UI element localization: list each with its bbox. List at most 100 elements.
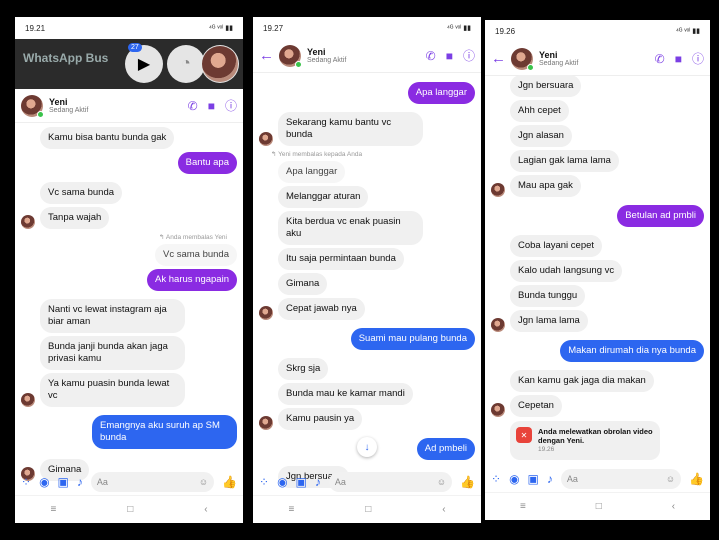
- message-bubble[interactable]: Coba layani cepet: [510, 235, 603, 257]
- message-bubble[interactable]: Lagian gak lama lama: [510, 150, 619, 172]
- gallery-icon[interactable]: ▣: [58, 475, 69, 489]
- message-bubble[interactable]: Tanpa wajah: [40, 207, 110, 229]
- menu-dots-icon[interactable]: ⁘: [21, 475, 31, 489]
- message-bubble[interactable]: Sekarang kamu bantu vc bunda: [278, 112, 423, 146]
- message-row: Melanggar aturan: [259, 186, 475, 208]
- contact-avatar[interactable]: [511, 47, 534, 71]
- info-icon[interactable]: ⓘ: [225, 97, 237, 114]
- back-arrow-icon[interactable]: ←: [491, 50, 511, 67]
- message-bubble[interactable]: Nanti vc lewat instagram aja biar aman: [40, 299, 185, 333]
- message-bubble[interactable]: Kamu pausin ya: [278, 408, 363, 430]
- home-icon[interactable]: □: [596, 501, 602, 512]
- recents-icon[interactable]: ≡: [288, 504, 294, 515]
- message-bubble[interactable]: Kamu bisa bantu bunda gak: [40, 127, 175, 149]
- recents-icon[interactable]: ≡: [50, 504, 56, 515]
- message-row: Bunda tunggu: [491, 285, 704, 307]
- emoji-icon[interactable]: ☺: [666, 474, 675, 484]
- message-row: Bunda mau ke kamar mandi: [259, 383, 475, 405]
- reply-note: ↰ Anda membalas Yeni: [159, 234, 227, 241]
- video-call-icon[interactable]: ■: [208, 99, 215, 113]
- camera-icon[interactable]: ◉: [39, 475, 49, 489]
- camera-icon[interactable]: ◉: [277, 475, 287, 489]
- video-call-icon[interactable]: ■: [675, 52, 682, 66]
- message-bubble[interactable]: Bunda janji bunda akan jaga privasi kamu: [40, 336, 185, 370]
- message-row: Mau apa gak: [491, 175, 704, 197]
- recents-icon[interactable]: ≡: [520, 501, 526, 512]
- like-icon[interactable]: 👍: [460, 475, 475, 489]
- message-bubble[interactable]: Vc sama bunda: [40, 182, 123, 204]
- message-bubble[interactable]: Bunda tunggu: [510, 285, 586, 307]
- gallery-icon[interactable]: ▣: [296, 475, 307, 489]
- message-bubble[interactable]: Makan dirumah dia nya bunda: [560, 340, 704, 362]
- message-bubble[interactable]: Bantu apa: [177, 152, 237, 174]
- messenger-chathead-icon[interactable]: ◔: [167, 45, 205, 83]
- contact-chathead-avatar[interactable]: [201, 45, 239, 83]
- message-bubble[interactable]: Bunda mau ke kamar mandi: [278, 383, 413, 405]
- message-bubble[interactable]: Ya kamu puasin bunda lewat vc: [40, 373, 185, 407]
- mic-icon[interactable]: ♪: [315, 475, 321, 489]
- quoted-bubble[interactable]: Vc sama bunda: [154, 244, 237, 266]
- emoji-icon[interactable]: ☺: [199, 477, 208, 487]
- message-bubble[interactable]: Jgn bersuara: [510, 75, 582, 97]
- like-icon[interactable]: 👍: [689, 472, 704, 486]
- message-input[interactable]: Aa ☺: [328, 472, 453, 492]
- message-bubble[interactable]: Ahh cepet: [510, 100, 569, 122]
- message-bubble[interactable]: Gimana: [278, 273, 328, 295]
- message-bubble[interactable]: Jgn lama lama: [510, 310, 588, 332]
- message-bubble[interactable]: Suami mau pulang bunda: [350, 328, 475, 350]
- message-bubble[interactable]: Jgn alasan: [510, 125, 572, 147]
- back-arrow-icon[interactable]: ←: [259, 47, 279, 64]
- back-icon[interactable]: ‹: [672, 501, 675, 512]
- menu-dots-icon[interactable]: ⁘: [259, 475, 269, 489]
- message-input[interactable]: Aa ☺: [90, 472, 215, 492]
- info-icon[interactable]: ⓘ: [692, 50, 704, 67]
- sender-avatar: [491, 318, 505, 332]
- back-icon[interactable]: ‹: [204, 504, 207, 515]
- message-bubble[interactable]: Kalo udah langsung vc: [510, 260, 623, 282]
- message-row: Bunda janji bunda akan jaga privasi kamu: [21, 336, 237, 370]
- message-bubble[interactable]: Emangnya aku suruh ap SM bunda: [92, 415, 237, 449]
- scroll-down-icon[interactable]: ↓: [357, 437, 377, 457]
- message-bubble[interactable]: Kan kamu gak jaga dia makan: [510, 370, 654, 392]
- status-icons: ⁴ᴳ ᵛᵒˡ ▮▮: [675, 28, 700, 35]
- sender-avatar: [259, 306, 273, 320]
- like-icon[interactable]: 👍: [222, 475, 237, 489]
- chat-header: Yeni Sedang Aktif ✆ ■ ⓘ: [15, 89, 243, 123]
- quoted-bubble[interactable]: Apa langgar: [278, 161, 346, 183]
- mic-icon[interactable]: ♪: [77, 475, 83, 489]
- home-icon[interactable]: □: [365, 504, 371, 515]
- phone-call-icon[interactable]: ✆: [426, 49, 436, 63]
- sender-avatar: [491, 403, 505, 417]
- message-bubble[interactable]: Ad pmbeli: [416, 438, 475, 460]
- contact-name: Yeni: [539, 50, 558, 60]
- message-row: Kalo udah langsung vc: [491, 260, 704, 282]
- message-bubble[interactable]: Cepetan: [510, 395, 562, 417]
- contact-avatar[interactable]: [279, 44, 302, 68]
- menu-dots-icon[interactable]: ⁘: [491, 472, 501, 486]
- message-bubble[interactable]: Kita berdua vc enak puasin aku: [278, 211, 423, 245]
- message-bubble[interactable]: Skrg sja: [278, 358, 329, 380]
- video-call-icon[interactable]: ■: [446, 49, 453, 63]
- info-icon[interactable]: ⓘ: [463, 47, 475, 64]
- back-icon[interactable]: ‹: [442, 504, 445, 515]
- home-icon[interactable]: □: [127, 504, 133, 515]
- emoji-icon[interactable]: ☺: [437, 477, 446, 487]
- missed-call-card[interactable]: ✕ Anda melewatkan obrolan video dengan Y…: [510, 421, 660, 460]
- contact-avatar[interactable]: [21, 94, 44, 118]
- quoted-row: Apa langgar: [259, 161, 475, 183]
- message-bubble[interactable]: Itu saja permintaan bunda: [278, 248, 404, 270]
- android-nav-bar: ≡ □ ‹: [253, 495, 481, 523]
- message-bubble[interactable]: Melanggar aturan: [278, 186, 369, 208]
- message-input[interactable]: Aa ☺: [560, 469, 682, 489]
- gallery-icon[interactable]: ▣: [528, 472, 539, 486]
- camera-icon[interactable]: ◉: [509, 472, 519, 486]
- sender-avatar: [259, 132, 273, 146]
- phone-call-icon[interactable]: ✆: [655, 52, 665, 66]
- message-bubble[interactable]: Betulan ad pmbli: [617, 205, 704, 227]
- mic-icon[interactable]: ♪: [547, 472, 553, 486]
- message-bubble[interactable]: Cepat jawab nya: [278, 298, 365, 320]
- message-bubble[interactable]: Mau apa gak: [510, 175, 581, 197]
- message-bubble[interactable]: Ak harus ngapain: [147, 269, 237, 291]
- phone-call-icon[interactable]: ✆: [188, 99, 198, 113]
- message-bubble[interactable]: Apa langgar: [407, 82, 475, 104]
